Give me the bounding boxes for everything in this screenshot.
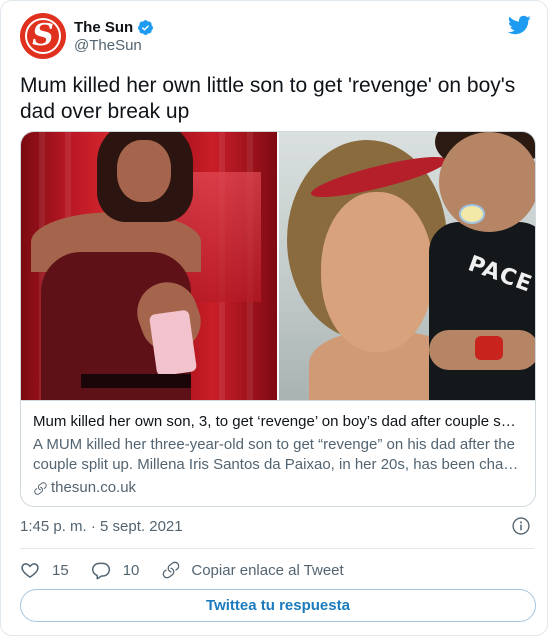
- reply-count: 10: [122, 561, 140, 579]
- handle[interactable]: @TheSun: [74, 37, 154, 54]
- card-domain[interactable]: thesun.co.uk: [33, 478, 523, 498]
- link-preview-card[interactable]: PACE Mum killed her own son, 3, to get ‘…: [20, 131, 536, 507]
- like-button[interactable]: 15: [20, 560, 69, 580]
- verified-badge-icon: [138, 19, 154, 35]
- copy-link-button[interactable]: Copiar enlace al Tweet: [161, 560, 344, 580]
- the-sun-logo-icon: S: [25, 18, 61, 54]
- like-count: 15: [52, 561, 69, 579]
- tweet-card[interactable]: S The Sun @TheSun Mum killed her own lit…: [0, 0, 548, 636]
- tweet-timestamp[interactable]: 1:45 p. m. · 5 sept. 2021: [20, 518, 183, 535]
- tweet-text-line-1: Mum killed her own little son to get 're…: [20, 74, 516, 97]
- twitter-bird-icon[interactable]: [507, 13, 531, 37]
- phone-icon: [148, 309, 198, 377]
- avatar[interactable]: S: [20, 13, 66, 59]
- card-domain-text: thesun.co.uk: [51, 479, 137, 496]
- reply-bubble-icon: [91, 562, 110, 580]
- author-info: The Sun @TheSun: [74, 19, 154, 54]
- pacifier-icon: [459, 204, 485, 224]
- tweet-text-line-2: dad over break up: [20, 100, 190, 123]
- card-photo-left: [21, 132, 277, 400]
- card-meta[interactable]: Mum killed her own son, 3, to get ‘reven…: [21, 400, 535, 506]
- reply-button[interactable]: 10: [91, 560, 140, 580]
- copy-link-label: Copiar enlace al Tweet: [191, 561, 344, 579]
- card-description-line-2: couple split up. Millena Iris Santos da …: [33, 456, 523, 473]
- link-icon: [163, 561, 180, 579]
- tweet-text: Mum killed her own little son to get 're…: [20, 73, 530, 125]
- tweet-header: S The Sun @TheSun: [20, 11, 535, 61]
- tweet-reply-button[interactable]: Twittea tu respuesta: [20, 589, 536, 622]
- card-description-line-1: A MUM killed her three-year-old son to g…: [33, 436, 515, 453]
- card-title[interactable]: Mum killed her own son, 3, to get ‘reven…: [33, 412, 523, 432]
- info-icon[interactable]: [511, 516, 531, 536]
- card-photo-right: PACE: [279, 132, 535, 400]
- link-icon: [34, 481, 47, 495]
- divider: [20, 548, 534, 549]
- heart-icon: [21, 563, 39, 578]
- display-name[interactable]: The Sun: [74, 19, 133, 36]
- card-media[interactable]: PACE: [21, 132, 535, 400]
- card-description: A MUM killed her three-year-old son to g…: [33, 435, 523, 475]
- action-bar: 15 10 Copiar enlace al Tweet: [20, 558, 366, 582]
- name-row: The Sun: [74, 19, 154, 36]
